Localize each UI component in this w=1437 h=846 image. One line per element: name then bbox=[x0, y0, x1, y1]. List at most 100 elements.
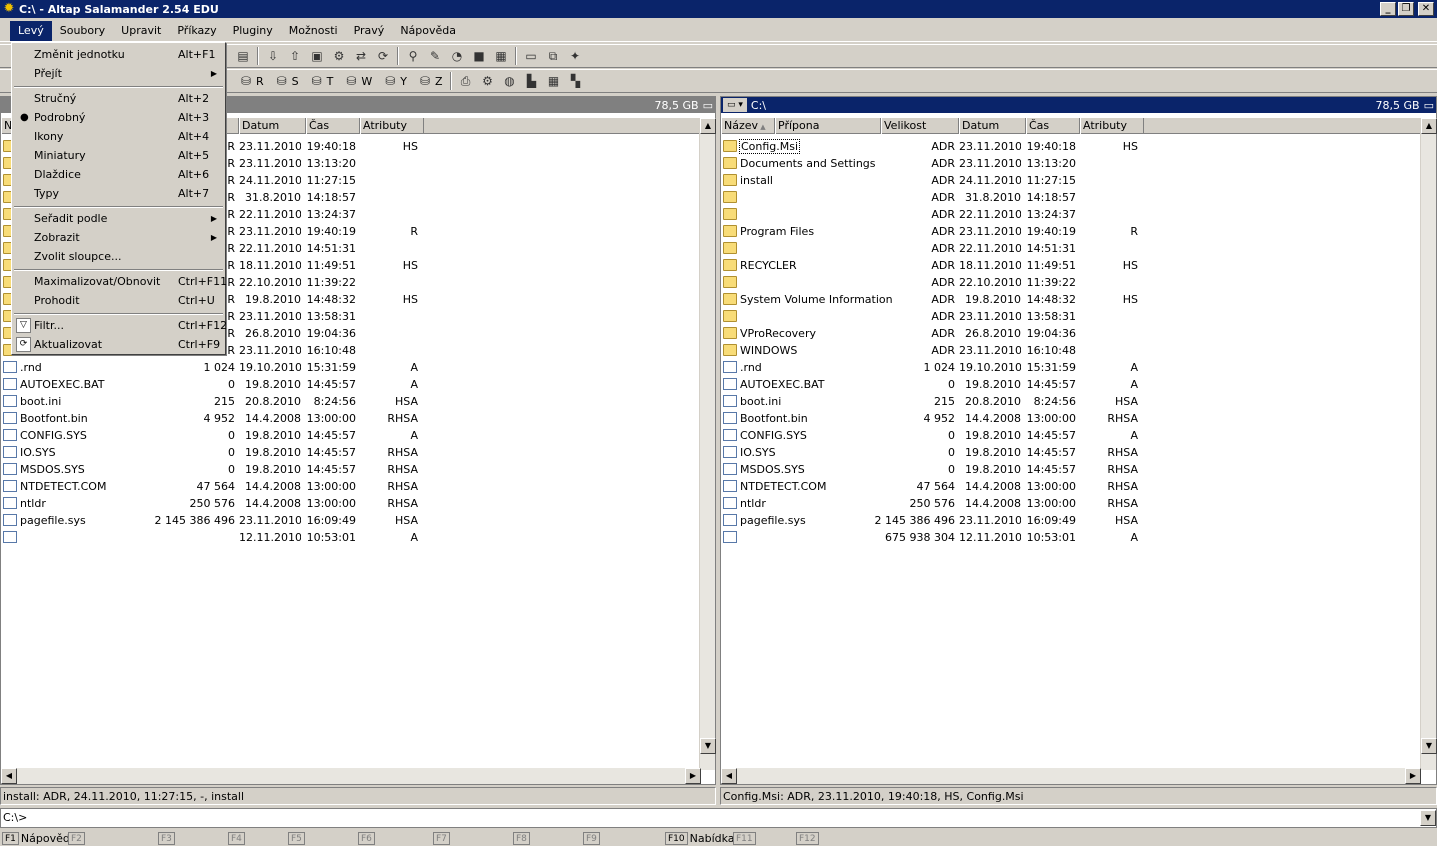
drive-t-button[interactable]: ⛁ T bbox=[307, 72, 334, 90]
file-row[interactable]: IO.SYS 0 19.8.2010 14:45:57 RHSA bbox=[721, 444, 1421, 461]
tree-icon[interactable]: ⚙ bbox=[329, 47, 349, 65]
file-row[interactable]: pagefile.sys 2 145 386 496 23.11.2010 16:09… bbox=[721, 512, 1421, 529]
menu-item[interactable]: Prohodit Ctrl+U bbox=[14, 291, 223, 310]
new-folder-icon[interactable]: ▭ bbox=[521, 47, 541, 65]
menu-2[interactable]: Upravit bbox=[113, 21, 169, 41]
menu-item[interactable]: Typy Alt+7 bbox=[14, 184, 223, 203]
pack-icon[interactable]: ⇩ bbox=[263, 47, 283, 65]
file-row[interactable]: Bootfont.bin 4 952 14.4.2008 13:00:00 RHSA bbox=[721, 410, 1421, 427]
maximize-button[interactable]: ❐ bbox=[1398, 2, 1414, 16]
fkey-f5-button[interactable]: F5 bbox=[288, 830, 307, 846]
menu-4[interactable]: Pluginy bbox=[225, 21, 281, 41]
edit-icon[interactable]: ✎ bbox=[425, 47, 445, 65]
scroll-left-button[interactable]: ◀ bbox=[721, 768, 737, 784]
left-horizontal-scrollbar[interactable]: ◀ ▶ bbox=[1, 768, 701, 784]
scroll-down-button[interactable]: ▼ bbox=[700, 738, 716, 754]
folder-row[interactable]: ADR 23.11.2010 13:58:31 bbox=[721, 308, 1421, 325]
fkey-f10-button[interactable]: F10 Nabídka bbox=[665, 830, 735, 846]
column-header-name[interactable]: Název ▲ bbox=[721, 118, 775, 134]
menu-item[interactable]: Stručný Alt+2 bbox=[14, 89, 223, 108]
menu-7[interactable]: Nápověda bbox=[392, 21, 464, 41]
file-row[interactable]: 675 938 304 12.11.2010 10:53:01 A bbox=[721, 529, 1421, 546]
file-row[interactable]: ntldr 250 576 14.4.2008 13:00:00 RHSA bbox=[721, 495, 1421, 512]
file-name-cell[interactable] bbox=[3, 529, 183, 546]
right-panel-restore-icon[interactable]: ▭ bbox=[1424, 99, 1434, 112]
find-icon[interactable]: ⚲ bbox=[403, 47, 423, 65]
drive-s-button[interactable]: ⛁ S bbox=[272, 72, 299, 90]
file-row[interactable]: MSDOS.SYS 0 19.8.2010 14:45:57 RHSA bbox=[1, 461, 701, 478]
left-panel-restore-icon[interactable]: ▭ bbox=[703, 99, 713, 112]
column-header-time[interactable]: Čas bbox=[1026, 118, 1080, 134]
copy-name-icon[interactable]: ⧉ bbox=[543, 47, 563, 65]
file-row[interactable]: 12.11.2010 10:53:01 A bbox=[1, 529, 701, 546]
unpack-icon[interactable]: ⇧ bbox=[285, 47, 305, 65]
right-file-list[interactable]: Config.Msi ADR 23.11.2010 19:40:18 HS Documen… bbox=[721, 134, 1436, 765]
left-vertical-scrollbar[interactable]: ▲ ▼ bbox=[699, 118, 716, 770]
menu-5[interactable]: Možnosti bbox=[281, 21, 346, 41]
fkey-f12-button[interactable]: F12 bbox=[796, 830, 821, 846]
file-row[interactable]: IO.SYS 0 19.8.2010 14:45:57 RHSA bbox=[1, 444, 701, 461]
drive-w-button[interactable]: ⛁ W bbox=[341, 72, 372, 90]
fkey-f9-button[interactable]: F9 bbox=[583, 830, 602, 846]
right-panel[interactable]: ▭ ▾ C:\ 78,5 GB ▭ Název ▲ Přípona Velikost… bbox=[720, 96, 1437, 785]
menu-item[interactable]: Seřadit podle ▶ bbox=[14, 209, 223, 228]
file-row[interactable]: MSDOS.SYS 0 19.8.2010 14:45:57 RHSA bbox=[721, 461, 1421, 478]
menu-1[interactable]: Soubory bbox=[52, 21, 113, 41]
folder-row[interactable]: ADR 22.11.2010 14:51:31 bbox=[721, 240, 1421, 257]
menu-6[interactable]: Pravý bbox=[346, 21, 393, 41]
folder-row[interactable]: System Volume Information ADR 19.8.2010 14:… bbox=[721, 291, 1421, 308]
scroll-right-button[interactable]: ▶ bbox=[1405, 768, 1421, 784]
menu-item[interactable]: Zvolit sloupce... bbox=[14, 247, 223, 266]
disk-icon[interactable]: ◔ bbox=[447, 47, 467, 65]
column-header-attributes[interactable]: Atributy bbox=[360, 118, 424, 134]
file-row[interactable]: NTDETECT.COM 47 564 14.4.2008 13:00:00 RHSA bbox=[1, 478, 701, 495]
right-horizontal-scrollbar[interactable]: ◀ ▶ bbox=[721, 768, 1421, 784]
scroll-up-button[interactable]: ▲ bbox=[700, 118, 716, 134]
folder-row[interactable]: Program Files ADR 23.11.2010 19:40:19 R bbox=[721, 223, 1421, 240]
menu-item[interactable]: ⟳ Aktualizovat Ctrl+F9 bbox=[14, 335, 223, 354]
fkey-f4-button[interactable]: F4 bbox=[228, 830, 247, 846]
command-line[interactable]: C:\> ▼ bbox=[0, 808, 1437, 828]
scroll-down-button[interactable]: ▼ bbox=[1421, 738, 1437, 754]
file-row[interactable]: CONFIG.SYS 0 19.8.2010 14:45:57 A bbox=[721, 427, 1421, 444]
app-icon[interactable]: ✹ bbox=[1, 1, 17, 17]
fkey-f3-button[interactable]: F3 bbox=[158, 830, 177, 846]
column-header-date[interactable]: Datum bbox=[239, 118, 306, 134]
column-header-attributes[interactable]: Atributy bbox=[1080, 118, 1144, 134]
menu-item[interactable]: Změnit jednotku Alt+F1 bbox=[14, 45, 223, 64]
scroll-left-button[interactable]: ◀ bbox=[1, 768, 17, 784]
right-vertical-scrollbar[interactable]: ▲ ▼ bbox=[1420, 118, 1437, 770]
scroll-right-button[interactable]: ▶ bbox=[685, 768, 701, 784]
menu-3[interactable]: Příkazy bbox=[169, 21, 224, 41]
printer-icon[interactable]: ⎙ bbox=[456, 72, 476, 90]
folder-row[interactable]: ADR 22.10.2010 11:39:22 bbox=[721, 274, 1421, 291]
file-row[interactable]: AUTOEXEC.BAT 0 19.8.2010 14:45:57 A bbox=[721, 376, 1421, 393]
folder-row[interactable]: WINDOWS ADR 23.11.2010 16:10:48 bbox=[721, 342, 1421, 359]
file-row[interactable]: CONFIG.SYS 0 19.8.2010 14:45:57 A bbox=[1, 427, 701, 444]
command-line-text[interactable]: C:\> bbox=[3, 811, 27, 824]
fkey-f7-button[interactable]: F7 bbox=[433, 830, 452, 846]
compare-icon[interactable]: ⇄ bbox=[351, 47, 371, 65]
file-row[interactable]: .rnd 1 024 19.10.2010 15:31:59 A bbox=[721, 359, 1421, 376]
scroll-up-button[interactable]: ▲ bbox=[1421, 118, 1437, 134]
column-header-time[interactable]: Čas bbox=[306, 118, 360, 134]
menu-item[interactable]: Přejít ▶ bbox=[14, 64, 223, 83]
folder-row[interactable]: Config.Msi ADR 23.11.2010 19:40:18 HS bbox=[721, 138, 1421, 155]
menu-item[interactable]: ● Podrobný Alt+3 bbox=[14, 108, 223, 127]
menu-item[interactable]: Zobrazit ▶ bbox=[14, 228, 223, 247]
file-row[interactable]: NTDETECT.COM 47 564 14.4.2008 13:00:00 RHSA bbox=[721, 478, 1421, 495]
fkey-f8-button[interactable]: F8 bbox=[513, 830, 532, 846]
drive-y-button[interactable]: ⛁ Y bbox=[380, 72, 407, 90]
folder-row[interactable]: ADR 31.8.2010 14:18:57 bbox=[721, 189, 1421, 206]
plugin-icon[interactable]: ▙ bbox=[522, 72, 542, 90]
drive-dropdown[interactable]: ▭ ▾ bbox=[723, 98, 747, 112]
menu-0[interactable]: Levý bbox=[10, 20, 52, 41]
archive-icon[interactable]: ▤ bbox=[233, 47, 253, 65]
cmd-icon[interactable]: ■ bbox=[469, 47, 489, 65]
disconnect-icon[interactable]: ▚ bbox=[566, 72, 586, 90]
drive-r-button[interactable]: ⛁ R bbox=[236, 72, 264, 90]
right-path-bar[interactable]: ▭ ▾ C:\ 78,5 GB ▭ bbox=[721, 97, 1436, 113]
folder-row[interactable]: VProRecovery ADR 26.8.2010 19:04:36 bbox=[721, 325, 1421, 342]
file-row[interactable]: Bootfont.bin 4 952 14.4.2008 13:00:00 RHSA bbox=[1, 410, 701, 427]
file-row[interactable]: .rnd 1 024 19.10.2010 15:31:59 A bbox=[1, 359, 701, 376]
